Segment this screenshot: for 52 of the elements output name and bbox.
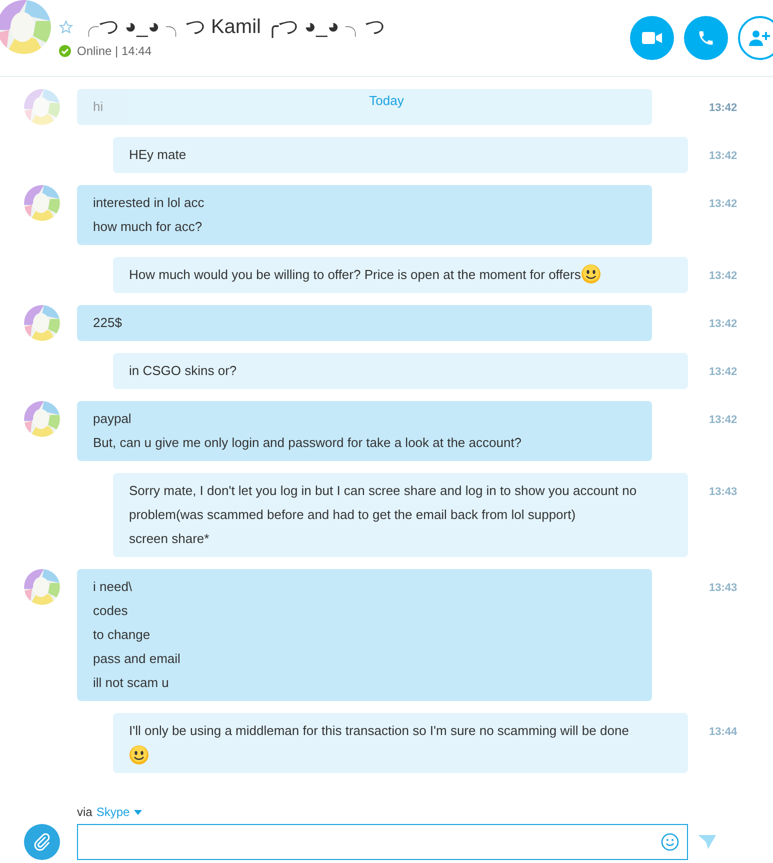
video-camera-icon bbox=[642, 32, 662, 44]
message-time: 13:42 bbox=[709, 198, 738, 210]
phone-icon bbox=[697, 29, 715, 47]
status-text: Online | 14:44 bbox=[77, 43, 152, 60]
message-text: 225$ bbox=[93, 315, 122, 330]
message-time: 13:43 bbox=[709, 582, 738, 594]
message-time: 13:42 bbox=[709, 414, 738, 426]
message-text: codes bbox=[93, 603, 128, 618]
message-text: paypal bbox=[93, 411, 132, 426]
message-text: ill not scam u bbox=[93, 675, 169, 690]
message-text: i need\ bbox=[93, 579, 132, 594]
message-time: 13:43 bbox=[709, 486, 738, 498]
message-time: 13:42 bbox=[709, 366, 738, 378]
message-text: interested in lol acc bbox=[93, 195, 204, 210]
sender-avatar bbox=[24, 305, 60, 341]
video-call-button[interactable] bbox=[630, 16, 674, 60]
message-time: 13:42 bbox=[709, 150, 738, 162]
contact-avatar bbox=[0, 0, 51, 54]
attach-button[interactable] bbox=[24, 824, 60, 860]
message-time: 13:42 bbox=[709, 102, 738, 114]
send-icon[interactable] bbox=[698, 835, 716, 849]
sender-avatar bbox=[24, 569, 60, 605]
online-status-icon bbox=[59, 45, 71, 57]
message-text: in CSGO skins or? bbox=[129, 363, 237, 378]
sender-avatar bbox=[24, 401, 60, 437]
contact-name: ╭つ ◕_◕ ╮つ Kamil ╭つ ◕_◕ ╮つ bbox=[79, 15, 385, 40]
message-text: hi bbox=[93, 99, 104, 114]
call-button[interactable] bbox=[684, 16, 728, 60]
message-text: HEy mate bbox=[129, 147, 186, 162]
add-person-icon bbox=[749, 30, 771, 46]
message-text: pass and email bbox=[93, 651, 180, 666]
sender-avatar bbox=[24, 89, 60, 125]
star-icon[interactable] bbox=[59, 20, 73, 34]
caret-icon bbox=[134, 810, 142, 814]
message-text: I'll only be using a middleman for this transaction so I'm sure no scamming will be done bbox=[129, 723, 629, 738]
add-contact-button[interactable] bbox=[738, 16, 773, 60]
via-label: via bbox=[77, 804, 92, 821]
message-time: 13:42 bbox=[709, 318, 738, 330]
message-text: How much would you be willing to offer? Price is open at the moment for offers bbox=[129, 267, 581, 282]
sender-avatar bbox=[24, 185, 60, 221]
message-text: screen share* bbox=[129, 531, 210, 546]
message-text: But, can u give me only login and password for take a look at the account? bbox=[93, 435, 522, 450]
message-time: 13:42 bbox=[709, 270, 738, 282]
date-divider: Today bbox=[369, 92, 404, 110]
message-text: how much for acc? bbox=[93, 219, 202, 234]
service-dropdown[interactable]: Skype bbox=[96, 803, 142, 821]
message-text: Sorry mate, I don't let you log in but I can scree share and log in to show you account no problem(was scammed before and had to get the email back from lol support) bbox=[129, 483, 637, 522]
message-time: 13:44 bbox=[709, 726, 738, 738]
paperclip-icon bbox=[33, 833, 51, 851]
message-text: to change bbox=[93, 627, 150, 642]
emoji-icon[interactable] bbox=[661, 833, 679, 851]
message-input[interactable] bbox=[77, 824, 688, 860]
